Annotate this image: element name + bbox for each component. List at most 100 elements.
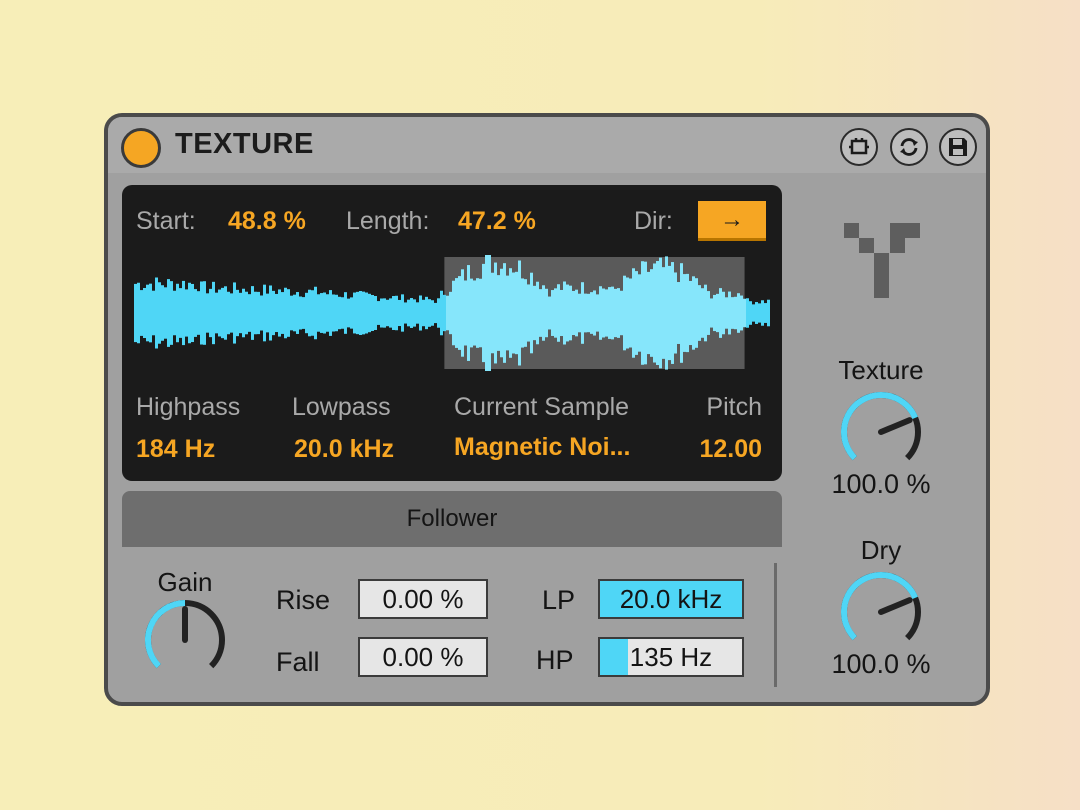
- dir-label: Dir:: [634, 207, 673, 235]
- highpass-value[interactable]: 184 Hz: [136, 435, 215, 464]
- waveform-bar: [509, 268, 512, 358]
- start-value[interactable]: 48.8 %: [228, 207, 306, 236]
- waveform-bar: [299, 296, 302, 330]
- waveform-bar: [407, 299, 410, 327]
- waveform-bar: [740, 295, 743, 331]
- waveform-bar: [332, 294, 335, 332]
- waveform-bar: [470, 278, 473, 348]
- waveform-display[interactable]: [134, 255, 770, 371]
- gain-knob[interactable]: [142, 597, 228, 683]
- waveform-bar: [731, 297, 734, 329]
- waveform-bar: [458, 276, 461, 350]
- hot-swap-button[interactable]: [840, 128, 878, 166]
- waveform-bar: [488, 255, 491, 371]
- waveform-bar: [605, 289, 608, 337]
- fall-field[interactable]: 0.00 %: [358, 637, 488, 677]
- waveform-bar: [713, 294, 716, 332]
- waveform-bar: [668, 265, 671, 361]
- waveform-bar: [167, 279, 170, 347]
- waveform-bar: [722, 291, 725, 335]
- current-sample-value[interactable]: Magnetic Noi...: [454, 433, 630, 462]
- lowpass-value[interactable]: 20.0 kHz: [294, 435, 394, 464]
- waveform-bar: [422, 299, 425, 327]
- texture-knob-label: Texture: [838, 355, 924, 385]
- waveform-bar: [620, 290, 623, 336]
- waveform-bar: [671, 262, 674, 364]
- follower-tab[interactable]: Follower: [122, 491, 782, 547]
- waveform-bar: [377, 301, 380, 325]
- waveform-bar: [260, 295, 263, 331]
- waveform-bar: [368, 293, 371, 333]
- waveform-bar: [527, 284, 530, 342]
- waveform-bar: [485, 255, 488, 371]
- rise-value: 0.00 %: [382, 583, 464, 614]
- waveform-bar: [686, 273, 689, 353]
- hp-slider[interactable]: 135 Hz: [598, 637, 744, 677]
- length-label: Length:: [346, 207, 430, 235]
- dry-knob-label: Dry: [860, 535, 902, 565]
- lp-slider[interactable]: 20.0 kHz: [598, 579, 744, 619]
- texture-device: TEXTURE Start: 48.8 % Length: 47.2 % Dir…: [104, 113, 990, 706]
- waveform-bar: [500, 268, 503, 358]
- waveform-bar: [341, 297, 344, 329]
- waveform-bar: [704, 284, 707, 342]
- power-toggle[interactable]: [121, 128, 161, 168]
- waveform-bar: [197, 291, 200, 335]
- device-title: TEXTURE: [175, 128, 314, 160]
- waveform-bar: [464, 280, 467, 346]
- waveform-bar: [749, 301, 752, 325]
- waveform-bar: [473, 280, 476, 346]
- waveform-bar: [707, 291, 710, 335]
- waveform-bar: [245, 291, 248, 335]
- dry-knob[interactable]: [838, 569, 924, 655]
- waveform-bar: [140, 290, 143, 336]
- waveform-bar: [521, 278, 524, 348]
- rise-field[interactable]: 0.00 %: [358, 579, 488, 619]
- waveform-bar: [278, 289, 281, 337]
- waveform-bar: [434, 302, 437, 324]
- waveform-bar: [557, 284, 560, 342]
- waveform-bar: [542, 285, 545, 341]
- waveform-bar: [155, 277, 158, 349]
- waveform-bar: [716, 293, 719, 333]
- waveform-bar: [233, 282, 236, 344]
- waveform-bar: [467, 265, 470, 361]
- texture-knob[interactable]: [838, 389, 924, 475]
- knob-value-arc: [841, 572, 918, 641]
- waveform-bar: [590, 292, 593, 334]
- dry-knob-value: 100.0 %: [831, 649, 931, 679]
- direction-button[interactable]: →: [698, 201, 766, 241]
- waveform-bar: [374, 296, 377, 330]
- length-value[interactable]: 47.2 %: [458, 207, 536, 236]
- waveform-bar: [674, 272, 677, 354]
- waveform-bar: [560, 289, 563, 337]
- texture-knob-value: 100.0 %: [831, 469, 931, 499]
- waveform-bar: [350, 297, 353, 329]
- waveform-bar: [257, 291, 260, 335]
- waveform-bar: [380, 298, 383, 328]
- save-button[interactable]: [939, 128, 977, 166]
- waveform-bar: [425, 296, 428, 330]
- device-titlebar: TEXTURE: [108, 117, 986, 173]
- waveform-bar: [302, 297, 305, 329]
- waveform-bar: [551, 290, 554, 336]
- waveform-bar: [614, 288, 617, 338]
- waveform-bar: [236, 289, 239, 337]
- waveform-bar: [389, 298, 392, 328]
- sample-display: Start: 48.8 % Length: 47.2 % Dir: → High…: [122, 185, 782, 481]
- waveform-bar: [449, 291, 452, 335]
- waveform-bar: [353, 292, 356, 334]
- hp-value: 135 Hz: [629, 641, 713, 672]
- waveform-bar: [212, 281, 215, 345]
- waveform-bar: [623, 275, 626, 351]
- waveform-bar: [398, 299, 401, 327]
- waveform-bar: [176, 283, 179, 343]
- hot-swap-icon: [849, 138, 869, 155]
- waveform-bar: [656, 260, 659, 366]
- waveform-bar: [326, 294, 329, 332]
- waveform-bar: [536, 281, 539, 345]
- waveform-bar: [290, 295, 293, 331]
- refresh-button[interactable]: [890, 128, 928, 166]
- waveform-bar: [587, 293, 590, 333]
- pitch-value[interactable]: 12.00: [699, 435, 762, 464]
